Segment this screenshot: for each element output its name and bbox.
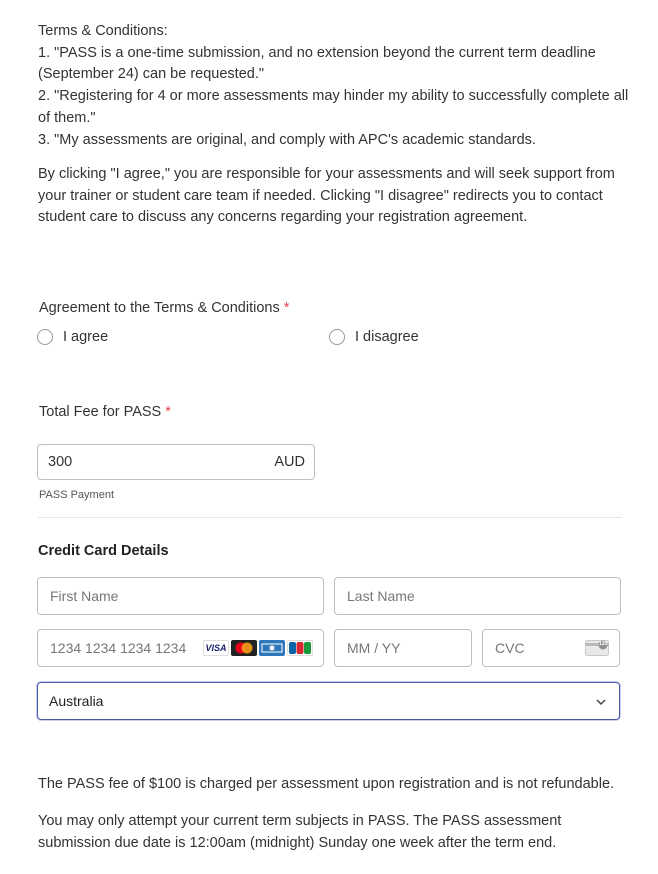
card-number-placeholder: 1234 1234 1234 1234 [50, 640, 187, 656]
amex-icon [259, 640, 285, 656]
first-name-placeholder: First Name [50, 588, 119, 604]
terms-block: Terms & Conditions: 1. "PASS is a one-ti… [38, 21, 638, 151]
fee-value: 300 [48, 454, 73, 470]
country-value: Australia [49, 693, 104, 709]
fee-label-text: Total Fee for PASS [39, 404, 162, 420]
terms-heading: Terms & Conditions: [38, 23, 168, 39]
card-number-field[interactable]: 1234 1234 1234 1234 VISA [37, 629, 324, 667]
fee-note: The PASS fee of $100 is charged per asse… [38, 776, 615, 792]
first-name-field[interactable]: First Name [37, 577, 324, 615]
divider [38, 517, 622, 518]
card-brand-logos: VISA [203, 640, 313, 656]
radio-circle-icon[interactable] [37, 329, 53, 345]
due-note: You may only attempt your current term s… [38, 813, 562, 851]
radio-disagree[interactable]: I disagree [329, 329, 419, 345]
required-mark: * [283, 300, 290, 316]
cvc-badge: 135 [599, 641, 608, 647]
visa-icon: VISA [203, 640, 229, 656]
chevron-down-icon[interactable] [595, 693, 607, 709]
terms-note: By clicking "I agree," you are responsib… [38, 166, 615, 225]
radio-agree[interactable]: I agree [37, 329, 108, 345]
jcb-icon [287, 640, 313, 656]
expiry-placeholder: MM / YY [347, 640, 401, 656]
cvc-placeholder: CVC [495, 640, 525, 656]
required-mark: * [165, 404, 171, 420]
fee-hint: PASS Payment [39, 489, 114, 501]
radio-disagree-label: I disagree [355, 329, 419, 345]
agreement-label: Agreement to the Terms & Conditions * [39, 300, 289, 316]
agreement-label-text: Agreement to the Terms & Conditions [39, 300, 280, 316]
fee-label: Total Fee for PASS * [39, 404, 171, 420]
terms-item: 1. "PASS is a one-time submission, and n… [38, 44, 596, 83]
expiry-field[interactable]: MM / YY [334, 629, 472, 667]
cvc-card-icon: 135 [585, 640, 609, 656]
terms-item: 2. "Registering for 4 or more assessment… [38, 88, 629, 126]
cvc-field[interactable]: CVC 135 [482, 629, 620, 667]
country-select[interactable]: Australia [37, 682, 620, 720]
radio-agree-label: I agree [63, 329, 109, 345]
fee-field[interactable]: 300 AUD [37, 444, 315, 480]
last-name-field[interactable]: Last Name [334, 577, 621, 615]
mastercard-icon [231, 640, 257, 656]
card-section-title: Credit Card Details [38, 543, 169, 559]
terms-item: 3. "My assessments are original, and com… [38, 131, 536, 148]
fee-currency: AUD [274, 454, 305, 470]
last-name-placeholder: Last Name [347, 588, 415, 604]
radio-circle-icon[interactable] [329, 329, 345, 345]
